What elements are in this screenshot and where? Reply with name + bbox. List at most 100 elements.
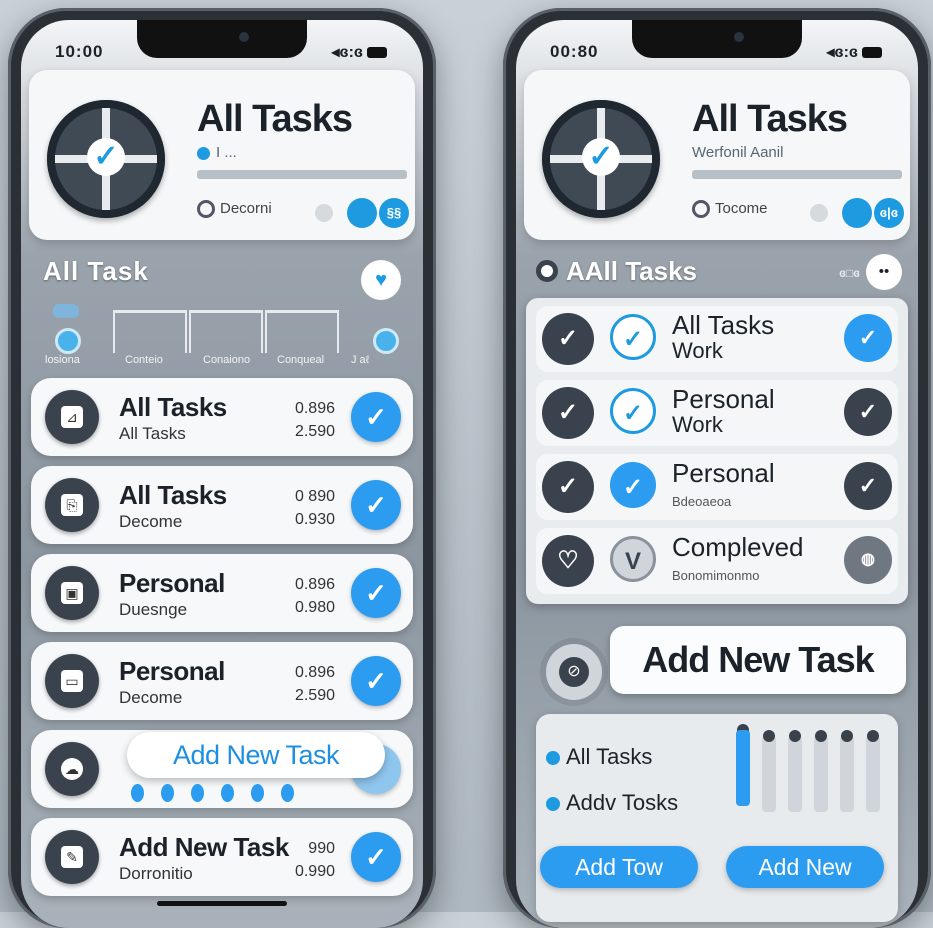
more-button[interactable]: •• [866,254,902,290]
item-title: Personal [672,384,775,414]
filter-chip[interactable]: Tocome [692,200,768,219]
dot-icon [546,751,560,766]
check-icon[interactable]: ✓ [542,461,594,513]
check-button[interactable]: ✓ [351,392,401,442]
item-title: Compleved [672,532,804,562]
check-circle-icon[interactable]: ✓ [610,462,656,508]
task-value: 0.896 [294,400,335,417]
camera [734,32,744,42]
toggle-dot[interactable] [315,204,333,222]
check-button[interactable]: ✓ [351,656,401,706]
inbox-icon: ▣ [45,566,99,620]
action-button-2[interactable]: §§ [379,198,409,228]
done-button[interactable]: ✓ [844,388,892,436]
app-logo-icon: ✓ [47,100,165,218]
check-icon: ✓ [582,138,620,176]
action-button-1[interactable] [842,198,872,228]
page-dots [131,784,311,807]
task-value: 0.930 [294,511,335,528]
item-subtitle: Bonomimonmo [672,568,760,583]
list-item[interactable]: ♡ V Compleved Bonomimonmo ◍ [536,528,898,594]
item-title: Personal [672,458,775,488]
item-subtitle: Bdeoaeoa [672,494,732,509]
check-icon: ✓ [87,138,125,176]
task-value: 0.980 [294,599,335,616]
filter-tab-3[interactable] [265,310,339,353]
check-button[interactable]: ✓ [351,832,401,882]
cloud-icon: ☁ [45,742,99,796]
task-row[interactable]: ⊿ All Tasks All Tasks 0.896 2.590 ✓ [31,378,413,456]
task-list: ✓ ✓ All Tasks Work ✓ ✓ ✓ Personal Work ✓… [526,298,908,604]
add-new-task-pill[interactable]: Add New Task [127,732,385,778]
slider[interactable] [866,730,880,812]
status-time: 10:00 [55,42,104,61]
task-title: Add New Task [119,832,289,862]
right-screen: 00:80 ◂ɞ:ɞ ✓ All Tasks Werfonil Aanil To… [516,20,918,928]
list-item[interactable]: ✓ ✓ All Tasks Work ✓ [536,306,898,372]
action-button-1[interactable] [347,198,377,228]
filter-dot-right[interactable] [373,328,399,354]
bottom-card: All Tasks Addv Tosks Add Tow Add New [536,714,898,922]
slider[interactable] [788,730,802,812]
done-button[interactable]: ✓ [844,462,892,510]
check-button[interactable]: ✓ [351,480,401,530]
dot-icon [546,797,560,812]
check-circle-icon[interactable]: ✓ [610,314,656,360]
task-title: All Tasks [119,480,227,510]
task-value: 0.896 [294,664,335,681]
add-tow-button[interactable]: Add Tow [540,846,698,888]
slider[interactable] [762,730,776,812]
task-subtitle: Decome [119,688,183,707]
band-label: Conaiono [203,354,251,366]
ring-icon [692,200,710,219]
battery-icon [367,47,387,59]
slider[interactable] [736,724,750,806]
header-caption [692,170,902,179]
list-item[interactable]: ✓ ✓ Personal Work ✓ [536,380,898,446]
filter-tab-1[interactable] [113,310,187,353]
item-title: All Tasks [672,310,775,340]
check-icon[interactable]: ✓ [542,313,594,365]
left-screen: 10:00 ◂ɞ:ɞ ✓ All Tasks I ... Decorni §§ … [21,20,423,928]
status-icons: ◂ɞ:ɞ [826,42,882,62]
left-phone: 10:00 ◂ɞ:ɞ ✓ All Tasks I ... Decorni §§ … [8,8,436,928]
task-row[interactable]: ✎ Add New Task Dorronitio 990 0.990 ✓ [31,818,413,896]
filter-dot[interactable] [55,328,81,354]
add-new-task-button[interactable]: Add New Task [610,626,906,694]
task-row[interactable]: ▣ Personal Duesnge 0.896 0.980 ✓ [31,554,413,632]
header-caption [197,170,407,179]
filter-tab-2[interactable] [189,310,263,353]
task-row[interactable]: ⎘ All Tasks Decome 0 890 0.930 ✓ [31,466,413,544]
item-subtitle: Work [672,338,723,363]
heart-icon[interactable]: ♥ [361,260,401,300]
done-button[interactable]: ✓ [844,314,892,362]
status-time: 00:80 [550,42,599,61]
task-row[interactable]: ▭ Personal Decome 0.896 2.590 ✓ [31,642,413,720]
app-logo-icon: ✓ [542,100,660,218]
slider[interactable] [814,730,828,812]
heart-check-icon[interactable]: ♡ [542,535,594,587]
task-value: 0.896 [294,576,335,593]
legend-item[interactable]: All Tasks [546,744,652,770]
check-circle-icon[interactable]: V [610,536,656,582]
check-icon[interactable]: ✓ [542,387,594,439]
slider[interactable] [840,730,854,812]
task-value: 2.590 [294,687,335,704]
check-button[interactable]: ✓ [351,568,401,618]
filter-chip[interactable]: Decorni [197,200,272,219]
action-button-2[interactable]: ɞ|ɞ [874,198,904,228]
done-button[interactable]: ◍ [844,536,892,584]
list-item[interactable]: ✓ ✓ Personal Bdeoaeoa ✓ [536,454,898,520]
add-new-button[interactable]: Add New [726,846,884,888]
band-title: All Task [43,256,149,286]
task-value: 0.990 [294,863,335,880]
dot-icon [197,146,210,160]
camera [239,32,249,42]
battery-icon [862,47,882,59]
legend-item[interactable]: Addv Tosks [546,790,678,816]
task-subtitle: Decome [119,512,183,531]
toggle-dot[interactable] [810,204,828,222]
add-icon[interactable]: ⊘ [546,644,602,700]
task-subtitle: Dorronitio [119,864,193,883]
check-circle-icon[interactable]: ✓ [610,388,656,434]
